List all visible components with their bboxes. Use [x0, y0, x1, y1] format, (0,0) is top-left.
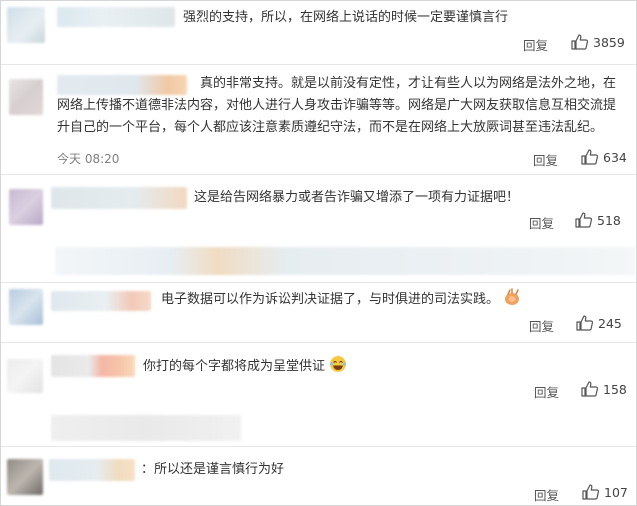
like-count: 518 [597, 212, 621, 228]
like-count: 3859 [593, 34, 625, 50]
avatar[interactable] [7, 7, 45, 43]
like-button[interactable]: 107 [582, 484, 628, 500]
like-button[interactable]: 518 [575, 212, 621, 228]
thumbs-up-icon [576, 315, 593, 331]
comment-item: 真的非常支持。就是以前没有定性，才让有些人以为网络是法外之地，在 网络上传播不道… [1, 65, 636, 175]
like-count: 245 [598, 315, 622, 331]
thumbs-up-icon [571, 34, 588, 50]
clapping-hands-icon [505, 288, 520, 305]
thumbs-up-icon [581, 149, 598, 165]
username[interactable] [49, 459, 135, 481]
username[interactable] [57, 7, 175, 27]
avatar[interactable] [7, 459, 43, 495]
comment-text: 你打的每个字都将成为呈堂供证 [143, 355, 347, 378]
like-count: 634 [603, 149, 627, 165]
avatar[interactable] [9, 189, 43, 225]
comment-text-content: 你打的每个字都将成为呈堂供证 [143, 359, 326, 374]
reply-button[interactable]: 回复 [529, 316, 554, 335]
reply-button[interactable]: 回复 [523, 35, 548, 54]
comment-item: 强烈的支持，所以，在网络上说话的时候一定要谨慎言行 回复 3859 [1, 1, 636, 65]
like-button[interactable]: 158 [581, 381, 627, 397]
like-button[interactable]: 3859 [571, 34, 625, 50]
avatar[interactable] [7, 359, 43, 393]
sub-reply [55, 247, 635, 275]
reply-button[interactable]: 回复 [533, 150, 558, 169]
thumbs-up-icon [582, 484, 599, 500]
comment-item: 你打的每个字都将成为呈堂供证 回复 158 [1, 343, 636, 447]
like-button[interactable]: 245 [576, 315, 622, 331]
avatar[interactable] [9, 289, 43, 325]
comment-text: ：所以还是谨言慎行为好 [141, 462, 285, 477]
thumbs-up-icon [581, 381, 598, 397]
reply-button[interactable]: 回复 [534, 382, 559, 401]
comment-text-line: 升自己的一个平台，每个人都应该注意素质遵纪守法，而不是在网络上大放厥词甚至违法乱… [57, 120, 604, 135]
timestamp: 今天 08:20 [57, 152, 120, 166]
avatar[interactable] [9, 79, 43, 115]
comment-item: 电子数据可以作为诉讼判决证据了，与时俱进的司法实践。 回复 245 [1, 283, 636, 343]
reply-button[interactable]: 回复 [529, 213, 554, 232]
comment-text-line: 网络上传播不道德非法内容，对他人进行人身攻击诈骗等等。网络是广大网友获取信息互相… [57, 98, 617, 113]
comment-item: ：所以还是谨言慎行为好 回复 107 [1, 447, 636, 505]
comment-text-line: 真的非常支持。就是以前没有定性，才让有些人以为网络是法外之地，在 [200, 76, 617, 91]
laughing-face-icon [330, 356, 347, 372]
like-count: 107 [604, 484, 628, 500]
username[interactable] [51, 355, 135, 377]
reply-button[interactable]: 回复 [534, 485, 559, 504]
comment-text-content: 电子数据可以作为诉讼判决证据了，与时俱进的司法实践。 [161, 292, 500, 307]
username[interactable] [51, 187, 187, 209]
like-button[interactable]: 634 [581, 149, 627, 165]
username[interactable] [57, 75, 187, 95]
comment-text: 这是给告网络暴力或者告诈骗又增添了一项有力证据吧！ [194, 190, 520, 205]
comment-text: 强烈的支持，所以，在网络上说话的时候一定要谨慎言行 [183, 10, 509, 25]
comment-list: 强烈的支持，所以，在网络上说话的时候一定要谨慎言行 回复 3859 真的非常支持… [0, 0, 637, 506]
sub-reply [51, 415, 241, 441]
comment-text: 电子数据可以作为诉讼判决证据了，与时俱进的司法实践。 [161, 288, 521, 311]
username[interactable] [51, 291, 151, 311]
comment-item: 这是给告网络暴力或者告诈骗又增添了一项有力证据吧！ 回复 518 [1, 175, 636, 283]
thumbs-up-icon [575, 212, 592, 228]
like-count: 158 [603, 381, 627, 397]
